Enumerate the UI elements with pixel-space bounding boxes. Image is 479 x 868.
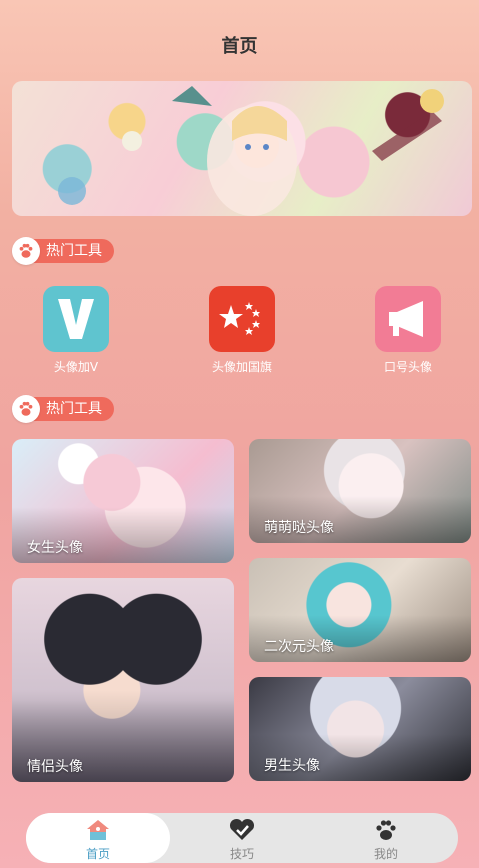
home-icon	[26, 818, 170, 842]
card-girl-avatar[interactable]: 女生头像	[12, 439, 234, 563]
tool-label: 头像加国旗	[211, 360, 272, 374]
paw-icon	[12, 395, 40, 423]
tool-add-flag[interactable]: 头像加国旗	[192, 286, 292, 375]
tool-label: 口号头像	[383, 360, 432, 374]
card-label: 情侣头像	[27, 759, 83, 775]
card-label: 二次元头像	[264, 639, 334, 655]
tab-label: 技巧	[229, 847, 254, 861]
section-hot-tools-1: 热门工具	[12, 237, 114, 265]
tab-tips[interactable]: 技巧	[170, 813, 314, 863]
heart-check-icon	[170, 818, 314, 842]
tab-mine[interactable]: 我的	[314, 813, 458, 863]
card-label: 女生头像	[27, 540, 83, 556]
banner-image[interactable]	[12, 81, 472, 216]
card-label: 萌萌哒头像	[264, 520, 334, 536]
china-flag-icon	[209, 286, 275, 352]
tool-add-v[interactable]: 头像加V	[26, 286, 126, 375]
tools-row: 头像加V 头像加国旗 口号头像	[0, 286, 479, 376]
section-title: 热门工具	[30, 397, 114, 421]
paw-icon	[314, 818, 458, 842]
tab-label: 我的	[373, 847, 398, 861]
banner-art	[58, 86, 444, 216]
card-boy-avatar[interactable]: 男生头像	[249, 677, 471, 781]
megaphone-icon	[375, 286, 441, 352]
card-label: 男生头像	[264, 758, 320, 774]
tab-home[interactable]: 首页	[26, 813, 170, 863]
tab-label: 首页	[85, 847, 110, 861]
paw-icon	[12, 237, 40, 265]
bottom-tab-bar: 首页 技巧 我的	[26, 813, 458, 863]
page-title: 首页	[221, 36, 258, 57]
card-anime-avatar[interactable]: 二次元头像	[249, 558, 471, 662]
tool-label: 头像加V	[53, 360, 99, 374]
tool-slogan[interactable]: 口号头像	[358, 286, 458, 375]
card-cute-avatar[interactable]: 萌萌哒头像	[249, 439, 471, 543]
section-title: 热门工具	[30, 239, 114, 263]
v-letter-icon	[43, 286, 109, 352]
card-couple-avatar[interactable]: 情侣头像	[12, 578, 234, 782]
section-hot-tools-2: 热门工具	[12, 395, 114, 423]
